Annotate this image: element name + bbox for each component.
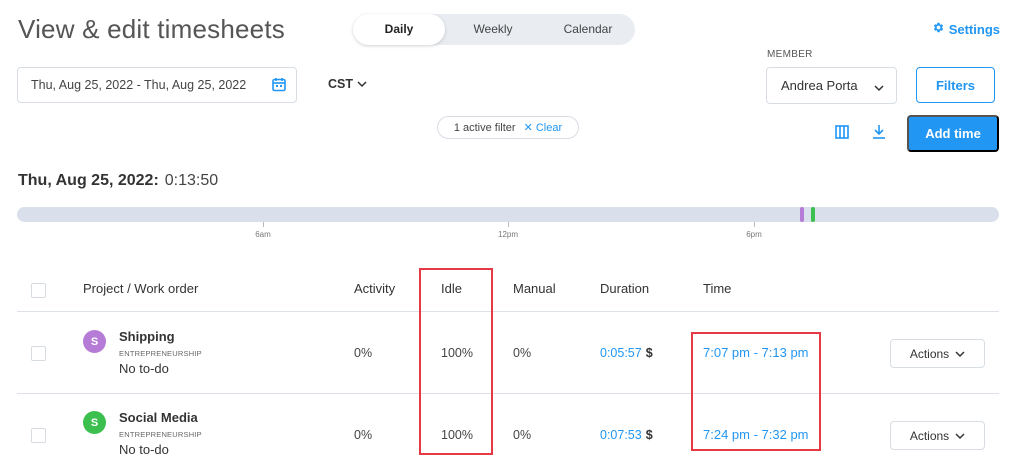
column-idle[interactable]: Idle	[441, 281, 462, 296]
project-name[interactable]: Social Media	[119, 410, 198, 425]
settings-label: Settings	[948, 21, 1000, 37]
settings-link[interactable]: Settings	[932, 21, 1000, 37]
timeline-tick-label: 12pm	[497, 230, 519, 239]
project-todo: No to-do	[119, 442, 169, 457]
column-time[interactable]: Time	[703, 281, 731, 296]
calendar-icon[interactable]	[272, 77, 286, 95]
actions-label: Actions	[909, 428, 950, 443]
day-date: Thu, Aug 25, 2022:	[18, 172, 159, 189]
column-manual[interactable]: Manual	[513, 281, 556, 296]
gear-icon	[932, 21, 945, 37]
timeline-segment[interactable]	[800, 207, 804, 222]
timeline-tick-label: 6am	[255, 230, 271, 239]
project-name[interactable]: Shipping	[119, 329, 175, 344]
actions-button[interactable]: Actions	[890, 421, 985, 450]
day-summary: Thu, Aug 25, 2022: 0:13:50	[18, 172, 218, 190]
filters-button[interactable]: Filters	[916, 67, 995, 103]
column-activity[interactable]: Activity	[354, 281, 395, 296]
tab-daily[interactable]: Daily	[353, 14, 445, 45]
idle-value: 100%	[441, 428, 473, 442]
download-icon[interactable]	[871, 124, 887, 145]
billable-icon: $	[645, 346, 653, 360]
chevron-down-icon	[955, 429, 965, 443]
column-duration[interactable]: Duration	[600, 281, 649, 296]
row-checkbox[interactable]	[31, 428, 46, 443]
column-project[interactable]: Project / Work order	[83, 281, 198, 296]
duration-text: 0:07:53	[600, 428, 642, 442]
idle-value: 100%	[441, 346, 473, 360]
activity-value: 0%	[354, 346, 373, 360]
tab-calendar[interactable]: Calendar	[541, 14, 635, 45]
close-icon: ✕	[523, 122, 533, 134]
actions-button[interactable]: Actions	[890, 339, 985, 368]
table-row: S Shipping ENTREPRENEURSHIP No to-do 0% …	[17, 313, 999, 394]
manual-value: 0%	[513, 428, 532, 442]
chevron-down-icon	[955, 347, 965, 361]
timeline-tick	[754, 222, 755, 227]
avatar: S	[83, 330, 106, 353]
timezone-select[interactable]: CST	[328, 77, 367, 91]
billable-icon: $	[645, 428, 653, 442]
activity-value: 0%	[354, 428, 373, 442]
timeline-tick-label: 6pm	[746, 230, 762, 239]
timeline-bar	[17, 207, 999, 222]
project-todo: No to-do	[119, 361, 169, 376]
chevron-down-icon	[357, 77, 367, 91]
add-time-button[interactable]: Add time	[907, 115, 999, 152]
duration-text: 0:05:57	[600, 346, 642, 360]
clear-filter-link[interactable]: ✕ Clear	[524, 121, 563, 134]
table-header: Project / Work order Activity Idle Manua…	[17, 266, 999, 312]
duration-value: 0:07:53 $	[600, 428, 653, 442]
project-client: ENTREPRENEURSHIP	[119, 349, 202, 358]
duration-value: 0:05:57 $	[600, 346, 653, 360]
date-range-value: Thu, Aug 25, 2022 - Thu, Aug 25, 2022	[31, 78, 247, 92]
member-label: MEMBER	[767, 49, 813, 60]
view-toggle: Daily Weekly Calendar	[353, 14, 635, 45]
timezone-value: CST	[328, 77, 353, 91]
table-row: S Social Media ENTREPRENEURSHIP No to-do…	[17, 395, 999, 472]
chevron-down-icon	[874, 80, 884, 95]
clear-label: Clear	[535, 122, 563, 134]
manual-value: 0%	[513, 346, 532, 360]
page-title: View & edit timesheets	[18, 14, 285, 44]
timeline-segment[interactable]	[811, 207, 815, 222]
select-all-checkbox[interactable]	[31, 283, 46, 298]
date-range-picker[interactable]: Thu, Aug 25, 2022 - Thu, Aug 25, 2022	[17, 67, 297, 103]
columns-icon[interactable]	[835, 125, 849, 144]
time-range-link[interactable]: 7:24 pm - 7:32 pm	[703, 427, 809, 442]
active-filter-chip: 1 active filter ✕ Clear	[437, 116, 579, 139]
actions-label: Actions	[909, 346, 950, 361]
member-select[interactable]: Andrea Porta	[766, 67, 897, 104]
member-value: Andrea Porta	[781, 78, 858, 93]
row-checkbox[interactable]	[31, 346, 46, 361]
active-filter-text: 1 active filter	[453, 121, 516, 134]
timeline-tick	[508, 222, 509, 227]
timeline-tick	[263, 222, 264, 227]
tab-weekly[interactable]: Weekly	[445, 14, 541, 45]
time-range-link[interactable]: 7:07 pm - 7:13 pm	[703, 345, 809, 360]
project-client: ENTREPRENEURSHIP	[119, 430, 202, 439]
avatar: S	[83, 411, 106, 434]
day-total: 0:13:50	[164, 172, 219, 189]
